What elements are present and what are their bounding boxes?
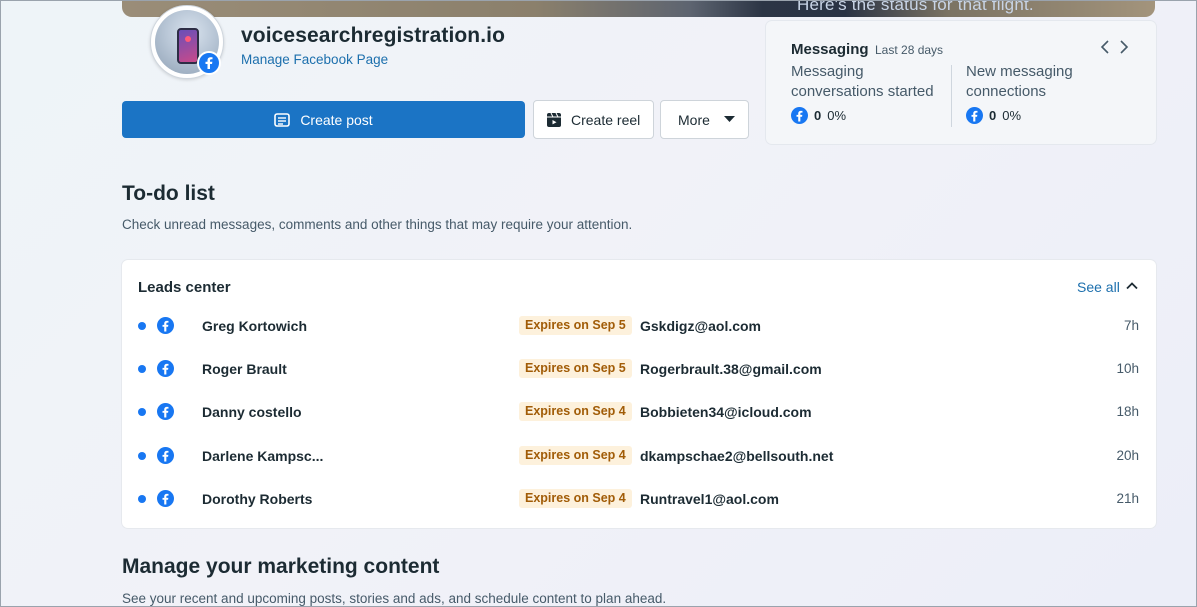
lead-email: Rogerbrault.38@gmail.com	[640, 361, 822, 377]
unread-dot	[138, 365, 146, 373]
unread-dot	[138, 322, 146, 330]
create-reel-button[interactable]: Create reel	[533, 100, 654, 139]
lead-time: 18h	[1116, 404, 1139, 419]
metric-change: 0%	[1002, 108, 1022, 123]
metric-value-connections: 0 0%	[966, 107, 1021, 124]
lead-row[interactable]: Greg Kortowich Expires on Sep 5 Gskdigz@…	[122, 316, 1156, 336]
metric-label-conversations: Messaging conversations started	[791, 63, 934, 100]
todo-list-heading: To-do list	[122, 182, 215, 205]
chevron-left-icon[interactable]	[1100, 39, 1110, 60]
lead-row[interactable]: Danny costello Expires on Sep 4 Bobbiete…	[122, 402, 1156, 422]
lead-time: 20h	[1116, 448, 1139, 463]
facebook-icon	[157, 403, 174, 423]
facebook-icon	[966, 107, 983, 124]
lead-name: Danny costello	[202, 404, 302, 420]
page-avatar[interactable]	[150, 5, 224, 79]
expires-badge: Expires on Sep 5	[519, 316, 632, 335]
unread-dot	[138, 495, 146, 503]
metric-count: 0	[989, 108, 997, 123]
compose-icon	[274, 112, 291, 127]
lead-name: Roger Brault	[202, 361, 287, 377]
create-post-button[interactable]: Create post	[122, 101, 525, 138]
lead-name: Greg Kortowich	[202, 318, 308, 334]
lead-email: Bobbieten34@icloud.com	[640, 404, 812, 420]
chevron-up-icon[interactable]	[1125, 279, 1139, 293]
metric-change: 0%	[827, 108, 847, 123]
messaging-title: Messaging	[791, 41, 869, 58]
marketing-content-heading: Manage your marketing content	[122, 555, 440, 578]
expires-badge: Expires on Sep 5	[519, 359, 632, 378]
marketing-content-subtitle: See your recent and upcoming posts, stor…	[122, 591, 667, 606]
page-title: voicesearchregistration.io	[241, 24, 506, 47]
metric-divider	[951, 65, 952, 127]
create-reel-label: Create reel	[571, 111, 641, 128]
manage-facebook-page-link[interactable]: Manage Facebook Page	[241, 52, 388, 67]
lead-row[interactable]: Dorothy Roberts Expires on Sep 4 Runtrav…	[122, 489, 1156, 509]
reel-icon	[547, 112, 561, 127]
lead-email: Runtravel1@aol.com	[640, 491, 779, 507]
unread-dot	[138, 408, 146, 416]
phone-illustration	[177, 28, 199, 64]
messaging-period: Last 28 days	[875, 43, 944, 57]
facebook-badge-icon	[197, 51, 221, 75]
cover-caption: Here's the status for that flight.	[797, 0, 1034, 14]
expires-badge: Expires on Sep 4	[519, 402, 632, 421]
messaging-insights-card: Messaging Last 28 days Messaging convers…	[766, 21, 1156, 144]
lead-time: 21h	[1116, 491, 1139, 506]
lead-email: Gskdigz@aol.com	[640, 318, 762, 334]
more-label: More	[678, 111, 710, 128]
lead-time: 10h	[1116, 361, 1139, 376]
lead-row[interactable]: Roger Brault Expires on Sep 5 Rogerbraul…	[122, 359, 1156, 379]
facebook-icon	[157, 360, 174, 380]
lead-time: 7h	[1123, 318, 1139, 333]
facebook-icon	[157, 317, 174, 337]
metric-label-connections: New messaging connections	[966, 63, 1073, 100]
facebook-icon	[157, 490, 174, 510]
todo-list-subtitle: Check unread messages, comments and othe…	[122, 217, 633, 232]
unread-dot	[138, 452, 146, 460]
see-all-link[interactable]: See all	[1077, 279, 1120, 295]
expires-badge: Expires on Sep 4	[519, 489, 632, 508]
create-post-label: Create post	[300, 111, 373, 128]
cover-photo: Here's the status for that flight.	[122, 0, 1155, 17]
facebook-icon	[157, 447, 174, 467]
lead-name: Dorothy Roberts	[202, 491, 313, 507]
chevron-right-icon[interactable]	[1119, 39, 1129, 60]
leads-center-title: Leads center	[138, 279, 231, 296]
metric-value-conversations: 0 0%	[791, 107, 846, 124]
lead-name: Darlene Kampsc...	[202, 448, 324, 464]
lead-email: dkampschae2@bellsouth.net	[640, 448, 834, 464]
more-button[interactable]: More	[660, 100, 749, 139]
facebook-icon	[791, 107, 808, 124]
leads-center-card: Leads center See all Greg Kortowich Expi…	[122, 260, 1156, 528]
metric-count: 0	[814, 108, 822, 123]
expires-badge: Expires on Sep 4	[519, 446, 632, 465]
lead-row[interactable]: Darlene Kampsc... Expires on Sep 4 dkamp…	[122, 446, 1156, 466]
caret-down-icon	[723, 116, 735, 122]
